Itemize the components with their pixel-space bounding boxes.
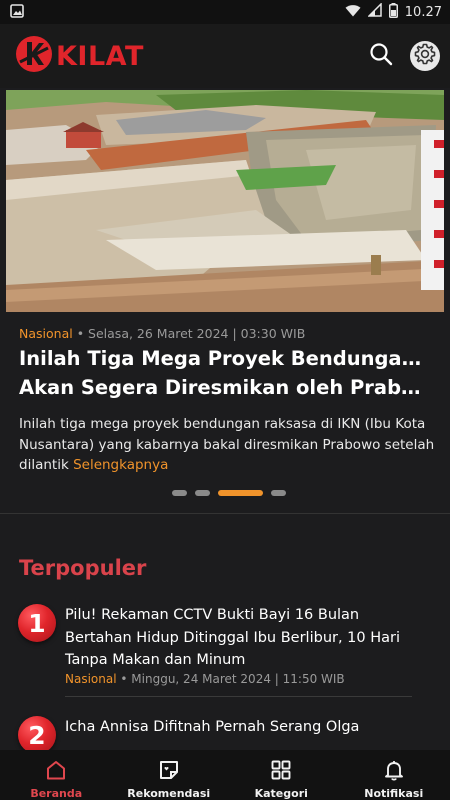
nav-label: Rekomendasi: [127, 787, 211, 800]
nav-rekomendasi[interactable]: Rekomendasi: [113, 750, 226, 800]
popular-item-date: Minggu, 24 Maret 2024 | 11:50 WIB: [131, 672, 345, 686]
headline-category[interactable]: Nasional: [19, 326, 73, 341]
recommendation-icon: [158, 759, 180, 785]
kilat-logo-mark: [14, 34, 54, 78]
search-icon: [369, 42, 393, 70]
carousel-pager: [0, 490, 450, 496]
headline-carousel[interactable]: Nasional • Selasa, 26 Maret 2024 | 03:30…: [0, 88, 450, 514]
popular-item-title[interactable]: Icha Annisa Difitnah Pernah Serang Olga: [65, 716, 415, 739]
pager-dot[interactable]: [270, 490, 286, 496]
rank-badge: 2: [18, 716, 56, 754]
nav-beranda[interactable]: Beranda: [0, 750, 113, 800]
meta-separator: •: [120, 672, 128, 686]
nav-kategori[interactable]: Kategori: [225, 750, 338, 800]
popular-item-title[interactable]: Pilu! Rekaman CCTV Bukti Bayi 16 Bulan B…: [65, 604, 415, 672]
pager-dot[interactable]: [171, 490, 187, 496]
nav-notifikasi[interactable]: Notifikasi: [338, 750, 450, 800]
nav-label: Kategori: [254, 787, 308, 800]
headline-image[interactable]: [6, 90, 444, 312]
status-bar: 10.27: [0, 0, 450, 24]
headline-title-line-2: Akan Segera Diresmikan oleh Prabowo Se..…: [19, 376, 433, 399]
bottom-navigation: Beranda Rekomendasi Kategori Notifikasi: [0, 750, 450, 800]
nav-label: Beranda: [30, 787, 83, 800]
pager-dot-active[interactable]: [217, 490, 263, 496]
headline-date: Selasa, 26 Maret 2024 | 03:30 WIB: [88, 326, 306, 341]
status-time: 10.27: [404, 4, 442, 20]
nav-label: Notifikasi: [364, 787, 424, 800]
read-more-link[interactable]: Selengkapnya: [73, 457, 168, 473]
popular-item-category[interactable]: Nasional: [65, 672, 117, 686]
gallery-icon: [10, 3, 24, 22]
section-divider: [0, 513, 450, 514]
headline-title[interactable]: Inilah Tiga Mega Proyek Bendungan di IKN…: [19, 344, 433, 402]
signal-icon: [366, 2, 382, 21]
rank-badge: 1: [18, 604, 56, 642]
settings-button[interactable]: [410, 41, 440, 71]
headline-title-line-1: Inilah Tiga Mega Proyek Bendungan di IKN…: [19, 347, 433, 370]
headline-meta: Nasional • Selasa, 26 Maret 2024 | 03:30…: [19, 326, 305, 341]
meta-separator: •: [76, 326, 85, 341]
section-title-popular: Terpopuler: [19, 556, 147, 580]
bell-icon: [383, 759, 405, 785]
app-header: KILAT: [0, 24, 450, 88]
home-icon: [45, 759, 67, 785]
grid-icon: [270, 759, 292, 785]
battery-icon: [388, 2, 398, 22]
popular-item-meta: Nasional • Minggu, 24 Maret 2024 | 11:50…: [65, 672, 345, 686]
pager-dot[interactable]: [194, 490, 210, 496]
logo-text: KILAT: [56, 40, 144, 72]
kilat-logo[interactable]: KILAT: [14, 34, 144, 78]
settings-icon: [413, 42, 437, 70]
wifi-icon: [345, 4, 361, 21]
list-divider: [65, 696, 412, 697]
search-button[interactable]: [364, 39, 398, 73]
headline-excerpt: Inilah tiga mega proyek bendungan raksas…: [19, 414, 437, 476]
